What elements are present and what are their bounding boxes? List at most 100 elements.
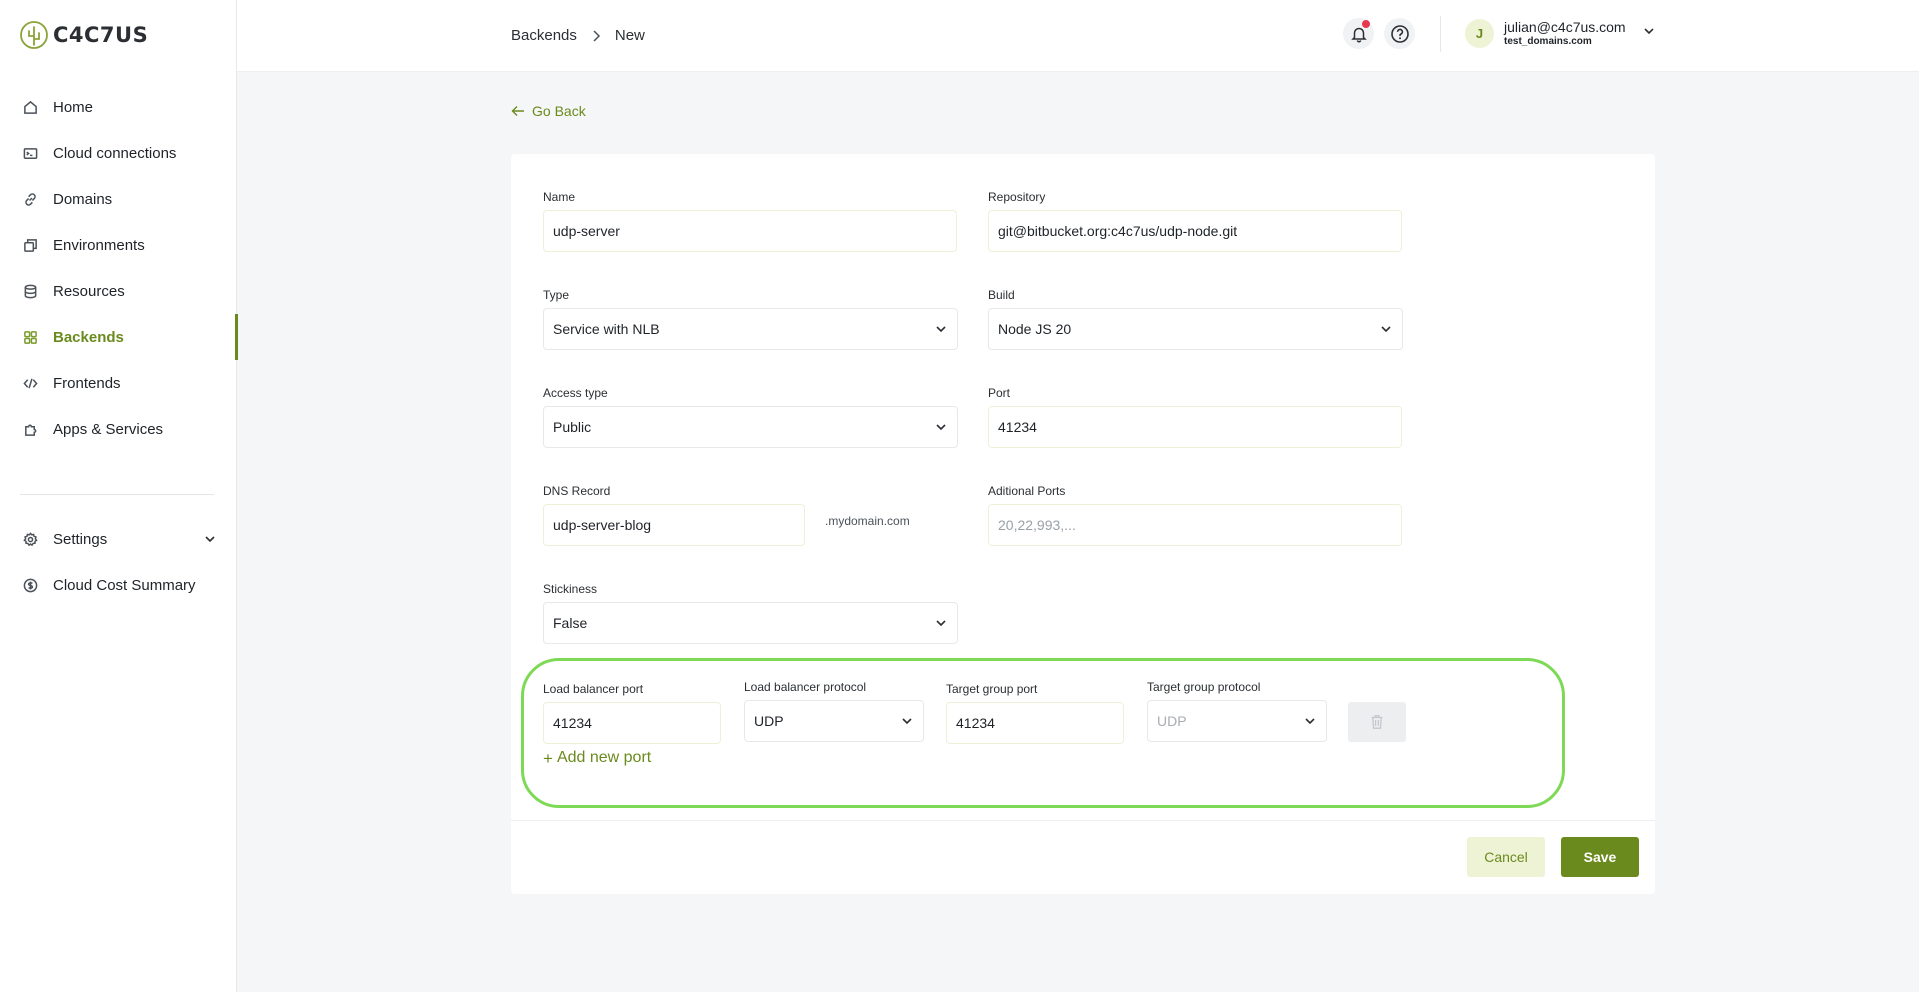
access-type-value: Public bbox=[553, 419, 592, 435]
port-field-group: Port 41234 bbox=[988, 386, 1402, 448]
tg-protocol-select[interactable]: UDP bbox=[1147, 700, 1327, 742]
sidebar-divider bbox=[20, 494, 214, 495]
sidebar-item-label: Frontends bbox=[53, 374, 121, 392]
type-field-group: Type Service with NLB bbox=[543, 288, 958, 350]
access-type-label: Access type bbox=[543, 386, 608, 400]
build-label: Build bbox=[988, 288, 1015, 302]
home-icon bbox=[22, 99, 38, 115]
dns-record-input[interactable]: udp-server-blog bbox=[543, 504, 805, 546]
name-field-group: Name udp-server bbox=[543, 190, 957, 252]
notifications-button[interactable] bbox=[1343, 18, 1374, 49]
stickiness-label: Stickiness bbox=[543, 582, 598, 596]
additional-ports-label: Aditional Ports bbox=[988, 484, 1066, 498]
sidebar-item-domains[interactable]: Domains bbox=[0, 176, 237, 222]
main-nav: Home Cloud connections Domains Environme… bbox=[0, 84, 238, 452]
type-label: Type bbox=[543, 288, 570, 302]
user-info: julian@c4c7us.com test_domains.com bbox=[1504, 19, 1626, 46]
lb-protocol-select[interactable]: UDP bbox=[744, 700, 924, 742]
additional-ports-field-group: Aditional Ports 20,22,993,... bbox=[988, 484, 1402, 546]
stickiness-field-group: Stickiness False bbox=[543, 582, 958, 644]
grid-icon bbox=[22, 329, 38, 345]
port-label: Port bbox=[988, 386, 1011, 400]
breadcrumb-new: New bbox=[614, 27, 645, 44]
stickiness-value: False bbox=[553, 615, 588, 631]
chevron-down-icon bbox=[934, 420, 948, 434]
lb-protocol-label: Load balancer protocol bbox=[744, 680, 867, 694]
chevron-down-icon bbox=[934, 616, 948, 630]
user-menu[interactable]: J julian@c4c7us.com test_domains.com bbox=[1465, 19, 1656, 48]
sidebar-item-label: Domains bbox=[53, 190, 113, 208]
tg-port-field-group: Target group port 41234 bbox=[946, 682, 1124, 744]
sidebar-item-home[interactable]: Home bbox=[0, 84, 237, 130]
help-icon bbox=[1390, 24, 1409, 43]
port-input[interactable]: 41234 bbox=[988, 406, 1402, 448]
go-back-label: Go Back bbox=[532, 103, 586, 119]
terminal-icon bbox=[22, 145, 38, 161]
go-back-link[interactable]: Go Back bbox=[511, 103, 586, 119]
chevron-down-icon bbox=[1379, 322, 1393, 336]
sidebar-item-apps-services[interactable]: Apps & Services bbox=[0, 406, 237, 452]
logo[interactable]: C4C7US bbox=[19, 20, 148, 50]
breadcrumb: Backends New bbox=[511, 27, 645, 44]
sidebar-item-label: Settings bbox=[53, 530, 108, 548]
sidebar-item-label: Cloud connections bbox=[53, 144, 177, 162]
header-divider bbox=[1440, 16, 1441, 52]
sidebar-item-label: Resources bbox=[53, 282, 125, 300]
header-actions bbox=[1343, 18, 1415, 49]
lb-port-label: Load balancer port bbox=[543, 682, 644, 696]
delete-port-button[interactable] bbox=[1348, 702, 1406, 742]
notification-dot bbox=[1362, 20, 1370, 28]
chevron-down-icon[interactable] bbox=[203, 532, 217, 551]
lb-protocol-field-group: Load balancer protocol UDP bbox=[744, 680, 924, 742]
sidebar-item-cloud-connections[interactable]: Cloud connections bbox=[0, 130, 237, 176]
code-icon bbox=[22, 375, 38, 391]
chevron-down-icon bbox=[900, 714, 914, 728]
chevron-down-icon bbox=[1303, 714, 1317, 728]
user-email: julian@c4c7us.com bbox=[1504, 19, 1626, 36]
avatar: J bbox=[1465, 19, 1494, 48]
sidebar-item-cloud-cost-summary[interactable]: Cloud Cost Summary bbox=[0, 562, 237, 608]
secondary-nav: Settings Cloud Cost Summary bbox=[0, 516, 237, 608]
lb-port-field-group: Load balancer port 41234 bbox=[543, 682, 721, 744]
cancel-button[interactable]: Cancel bbox=[1467, 837, 1545, 877]
repository-input[interactable]: git@bitbucket.org:c4c7us/udp-node.git bbox=[988, 210, 1402, 252]
dns-record-label: DNS Record bbox=[543, 484, 611, 498]
save-button[interactable]: Save bbox=[1561, 837, 1639, 877]
sidebar-item-label: Cloud Cost Summary bbox=[53, 576, 196, 594]
additional-ports-input[interactable]: 20,22,993,... bbox=[988, 504, 1402, 546]
breadcrumb-backends[interactable]: Backends bbox=[511, 27, 577, 44]
tg-port-input[interactable]: 41234 bbox=[946, 702, 1124, 744]
sidebar-item-label: Home bbox=[53, 98, 94, 116]
add-new-port-link[interactable]: + Add new port bbox=[543, 749, 651, 767]
chevron-down-icon[interactable] bbox=[1642, 24, 1656, 43]
lb-protocol-value: UDP bbox=[754, 713, 784, 729]
lb-port-input[interactable]: 41234 bbox=[543, 702, 721, 744]
sidebar-item-environments[interactable]: Environments bbox=[0, 222, 237, 268]
sidebar-item-backends[interactable]: Backends bbox=[0, 314, 238, 360]
type-select[interactable]: Service with NLB bbox=[543, 308, 958, 350]
top-header: Backends New J julian@c4c7us.com test_do… bbox=[237, 0, 1919, 72]
stickiness-select[interactable]: False bbox=[543, 602, 958, 644]
dollar-icon bbox=[22, 577, 38, 593]
logo-text: C4C7US bbox=[53, 23, 149, 47]
puzzle-icon bbox=[22, 421, 38, 437]
card-divider bbox=[511, 820, 1655, 821]
repository-field-group: Repository git@bitbucket.org:c4c7us/udp-… bbox=[988, 190, 1402, 252]
tg-port-label: Target group port bbox=[946, 682, 1038, 696]
name-input[interactable]: udp-server bbox=[543, 210, 957, 252]
repository-label: Repository bbox=[988, 190, 1046, 204]
access-type-field-group: Access type Public bbox=[543, 386, 958, 448]
help-button[interactable] bbox=[1384, 18, 1415, 49]
build-field-group: Build Node JS 20 bbox=[988, 288, 1403, 350]
trash-icon bbox=[1371, 715, 1383, 729]
cactus-logo-icon bbox=[20, 21, 48, 49]
arrow-left-icon bbox=[511, 106, 524, 116]
name-label: Name bbox=[543, 190, 576, 204]
sidebar-item-resources[interactable]: Resources bbox=[0, 268, 237, 314]
sidebar-item-frontends[interactable]: Frontends bbox=[0, 360, 237, 406]
access-type-select[interactable]: Public bbox=[543, 406, 958, 448]
gear-icon bbox=[22, 531, 38, 547]
dns-suffix: .mydomain.com bbox=[825, 514, 910, 528]
sidebar-item-settings[interactable]: Settings bbox=[0, 516, 237, 562]
build-select[interactable]: Node JS 20 bbox=[988, 308, 1403, 350]
